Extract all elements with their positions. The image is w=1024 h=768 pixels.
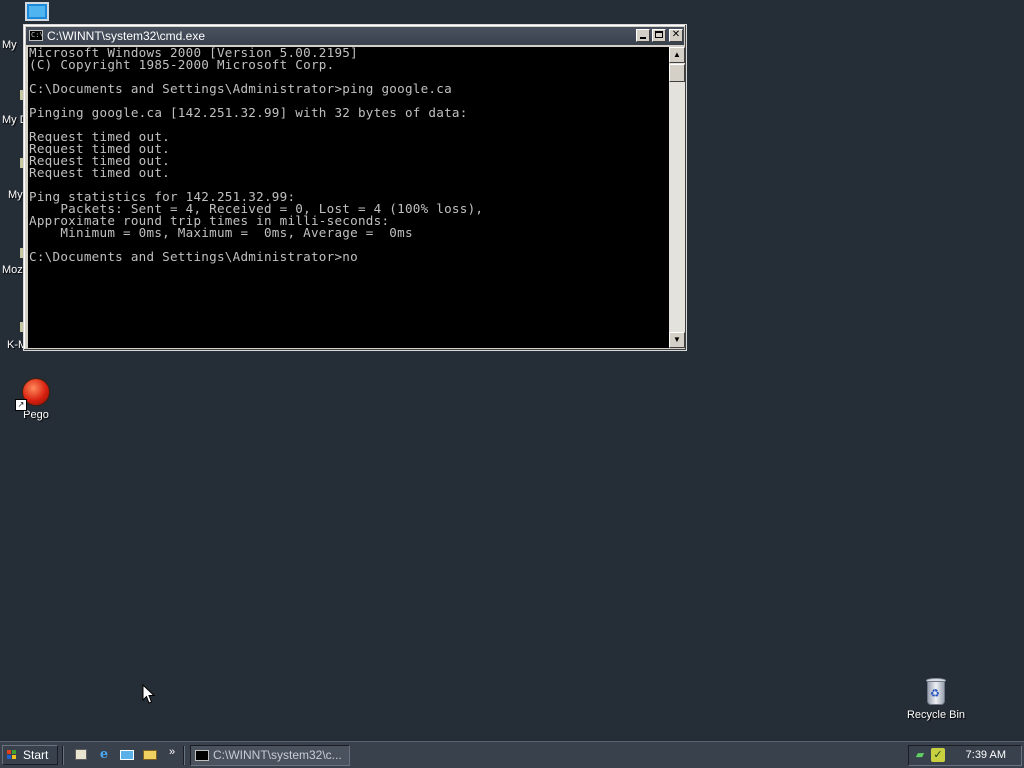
start-button[interactable]: Start: [2, 745, 58, 765]
desktop-label-my-network[interactable]: My: [8, 189, 23, 201]
outlook-express-icon[interactable]: [119, 747, 135, 763]
desktop-icon-pego[interactable]: ↗ Pego: [6, 378, 66, 421]
window-title: C:\WINNT\system32\cmd.exe: [47, 29, 206, 43]
shortcut-arrow-icon: ↗: [15, 399, 27, 411]
windows-explorer-icon[interactable]: [142, 747, 158, 763]
clock[interactable]: 7:39 AM: [966, 746, 1006, 765]
console-output[interactable]: Microsoft Windows 2000 [Version 5.00.219…: [28, 47, 669, 348]
recycle-bin-icon: ♻: [924, 678, 948, 706]
cmd-window[interactable]: C:\ C:\WINNT\system32\cmd.exe ✕ Microsof…: [23, 24, 687, 351]
internet-explorer-icon[interactable]: e: [96, 747, 112, 763]
arrow-down-icon: ▼: [673, 335, 681, 344]
taskbar-separator: [62, 746, 64, 765]
vertical-scrollbar[interactable]: ▲ ▼: [669, 47, 685, 348]
pego-red-ball-icon: ↗: [15, 378, 50, 411]
scroll-down-button[interactable]: ▼: [669, 332, 685, 348]
maximize-icon: [655, 31, 663, 38]
tray-app-icon[interactable]: ✓: [931, 748, 945, 762]
minimize-button[interactable]: [636, 29, 650, 42]
desktop-label-my-computer[interactable]: My: [2, 39, 17, 51]
window-titlebar[interactable]: C:\ C:\WINNT\system32\cmd.exe ✕: [26, 27, 684, 45]
show-desktop-icon[interactable]: [73, 747, 89, 763]
close-icon: ✕: [671, 29, 681, 40]
cmd-icon: C:\: [29, 30, 44, 41]
desktop-icon-top-partial[interactable]: [25, 2, 49, 21]
desktop-icon-recycle-bin[interactable]: ♻ Recycle Bin: [906, 678, 966, 721]
desktop-icon-label: Recycle Bin: [906, 709, 966, 721]
network-icon[interactable]: ▰: [913, 748, 927, 762]
minimize-icon: [640, 37, 646, 39]
console-text: Microsoft Windows 2000 [Version 5.00.219…: [29, 47, 484, 264]
close-button[interactable]: ✕: [669, 29, 683, 42]
taskbar-separator: [183, 746, 185, 765]
cmd-icon: [195, 750, 209, 761]
scroll-thumb[interactable]: [669, 64, 685, 82]
system-tray: ▰ ✓ 7:39 AM: [908, 745, 1022, 766]
monitor-icon: [29, 6, 45, 17]
maximize-button[interactable]: [652, 29, 666, 42]
taskbar-button-cmd[interactable]: C:\WINNT\system32\c...: [190, 745, 350, 766]
desktop-label-mozilla[interactable]: Moz: [2, 264, 23, 276]
start-label: Start: [23, 748, 49, 762]
arrow-up-icon: ▲: [673, 50, 681, 59]
taskbar-button-label: C:\WINNT\system32\c...: [213, 748, 342, 762]
mouse-cursor-icon: [142, 684, 155, 704]
windows-flag-icon: [7, 750, 17, 760]
taskbar: Start e » C:\WINNT\system32\c... ▰ ✓ 7:3…: [0, 741, 1024, 768]
quick-launch-chevron-icon[interactable]: »: [169, 746, 175, 758]
scroll-up-button[interactable]: ▲: [669, 47, 685, 63]
